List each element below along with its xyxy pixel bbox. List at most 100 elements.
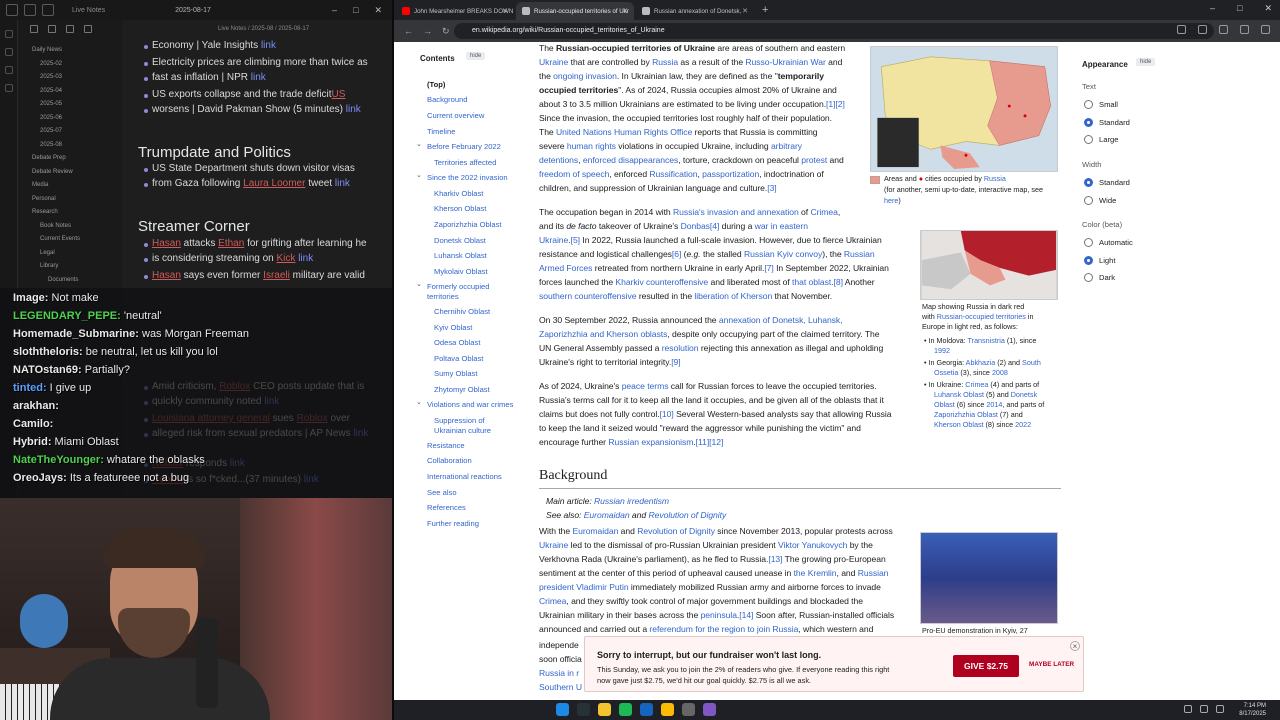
wiki-link[interactable]: here (884, 196, 898, 205)
wiki-link[interactable]: Ossetia (934, 368, 958, 377)
radio-button[interactable] (1084, 273, 1093, 282)
note-line[interactable]: from Gaza following Laura Loomer tweet l… (152, 178, 350, 189)
wiki-link[interactable]: Kharkiv counteroffensive (615, 277, 708, 287)
wiki-link[interactable]: Euromaidan (572, 526, 618, 536)
tree-item[interactable]: Personal (18, 193, 122, 207)
note-line[interactable]: fast as inflation | NPR link (152, 72, 266, 83)
taskbar-app-icon[interactable] (703, 703, 716, 716)
chevron-down-icon[interactable]: ⌄ (416, 171, 422, 179)
wiki-link[interactable]: [6] (672, 249, 681, 259)
wiki-link[interactable]: Oblast (934, 400, 955, 409)
note-line[interactable]: Economy | Yale Insights link (152, 40, 276, 51)
appearance-option[interactable]: Automatic (1084, 238, 1133, 247)
europe-map[interactable] (920, 230, 1058, 300)
appearance-option[interactable]: Wide (1084, 195, 1116, 205)
star-icon[interactable] (1198, 25, 1207, 34)
wiki-link[interactable]: Russia (652, 57, 678, 67)
wiki-link[interactable]: [8] (834, 277, 843, 287)
search-icon[interactable] (24, 4, 36, 16)
wiki-link[interactable]: [7] (764, 263, 773, 273)
wiki-link[interactable]: Viktor Yanukovych (778, 540, 847, 550)
wiki-link[interactable]: United Nations Human Rights Office (556, 127, 692, 137)
toc-item[interactable]: Chernihiv Oblast (434, 307, 490, 316)
toc-item[interactable]: Mykolaiv Oblast (434, 267, 488, 276)
radio-button[interactable] (1084, 195, 1093, 205)
wiki-link[interactable]: [5] (571, 235, 580, 245)
battery-icon[interactable] (1216, 705, 1224, 713)
wiki-link[interactable]: Russo-Ukrainian War (745, 57, 825, 67)
toc-item[interactable]: Kyiv Oblast (434, 323, 472, 332)
command-icon[interactable] (4, 84, 13, 92)
profile-icon[interactable] (1240, 25, 1249, 34)
close-icon[interactable]: ✕ (1264, 3, 1272, 14)
toc-item[interactable]: Luhansk Oblast (434, 251, 487, 260)
wiki-link[interactable]: ongoing invasion (553, 71, 617, 81)
toc-item[interactable]: International reactions (427, 472, 502, 481)
wiki-link[interactable]: Russia in r (539, 668, 579, 678)
toc-item[interactable]: Poltava Oblast (434, 354, 483, 363)
radio-button[interactable] (1084, 238, 1093, 247)
wiki-link[interactable]: Kherson Oblast (934, 420, 984, 429)
new-tab-button[interactable]: + (762, 2, 768, 20)
wiki-link[interactable]: peace terms (622, 381, 669, 391)
wiki-link[interactable]: Russian Kyiv convoy (744, 249, 822, 259)
wiki-link[interactable]: Donbas (681, 221, 710, 231)
toc-item[interactable]: Background (427, 95, 468, 104)
wiki-link[interactable]: enforced disappearances (583, 155, 678, 165)
url-input[interactable]: en.wikipedia.org/wiki/Russian-occupied_t… (454, 23, 1214, 39)
wiki-link[interactable]: [1][2] (826, 99, 845, 109)
donate-button[interactable]: GIVE $2.75 (953, 655, 1019, 677)
notes-tab-title[interactable]: Live Notes (72, 7, 105, 14)
wiki-link[interactable]: Revolution of Dignity (637, 526, 715, 536)
radio-button[interactable] (1084, 100, 1093, 109)
wiki-link[interactable]: [4] (710, 221, 719, 231)
wiki-link[interactable]: [11][12] (696, 437, 724, 447)
maybe-later-button[interactable]: MAYBE LATER (1029, 661, 1074, 668)
appearance-hide-button[interactable]: hide (1136, 58, 1156, 66)
back-icon[interactable]: ← (404, 26, 413, 36)
toc-item[interactable]: Territories affected (434, 158, 496, 167)
graph-icon[interactable] (4, 30, 13, 38)
wiki-link[interactable]: Russification (649, 169, 697, 179)
wiki-link[interactable]: passportization (702, 169, 759, 179)
wiki-link[interactable]: Euromaidan (584, 510, 630, 520)
toc-item[interactable]: Odesa Oblast (434, 338, 480, 347)
radio-button[interactable] (1084, 117, 1093, 127)
occupation-map[interactable] (870, 46, 1058, 172)
wiki-link[interactable]: Russia's invasion and annexation (673, 207, 799, 217)
wiki-link[interactable]: resolution (662, 343, 699, 353)
note-line[interactable]: worsens | David Pakman Show (5 minutes) … (152, 104, 361, 115)
wiki-link[interactable]: detentions (539, 155, 578, 165)
wiki-link[interactable]: [10] (660, 409, 674, 419)
tab-close-icon[interactable]: ✕ (742, 7, 748, 15)
tree-item[interactable]: 2025-04 (18, 85, 122, 99)
chevron-down-icon[interactable]: ⌄ (416, 280, 422, 288)
wiki-link[interactable]: South (1022, 358, 1041, 367)
wiki-link[interactable]: [9] (671, 357, 680, 367)
tree-item[interactable]: 2025-07 (18, 125, 122, 139)
tree-item[interactable]: 2025-08 (18, 139, 122, 153)
toc-item[interactable]: Since the 2022 invasion (427, 173, 508, 182)
wiki-link[interactable]: Russia (984, 174, 1006, 183)
wiki-link[interactable]: Crimea (810, 207, 837, 217)
toc-item[interactable]: Sumy Oblast (434, 369, 477, 378)
taskbar-app-icon[interactable] (598, 703, 611, 716)
wiki-link[interactable]: Donetsk (1011, 390, 1037, 399)
radio-button[interactable] (1084, 255, 1093, 265)
appearance-option[interactable]: Standard (1084, 178, 1130, 187)
chevron-down-icon[interactable]: ⌄ (416, 140, 422, 148)
appearance-option[interactable]: Light (1084, 255, 1115, 265)
maximize-icon[interactable]: □ (353, 5, 358, 16)
tree-item[interactable]: 2025-06 (18, 112, 122, 126)
tree-item[interactable]: Documents (18, 274, 122, 288)
appearance-option[interactable]: Standard (1084, 117, 1130, 127)
wiki-link[interactable]: annexation of Donetsk, Luhansk, (719, 315, 843, 325)
wiki-link[interactable]: [14] (739, 610, 753, 620)
tree-item[interactable]: 2025-03 (18, 71, 122, 85)
browser-tab[interactable]: Russian annexation of Donetsk, ✕ (636, 2, 754, 20)
new-folder-icon[interactable] (48, 25, 56, 33)
taskbar-app-icon[interactable] (577, 703, 590, 716)
appearance-option[interactable]: Dark (1084, 273, 1115, 282)
files-icon[interactable] (6, 4, 18, 16)
tree-item[interactable]: Legal (18, 247, 122, 261)
